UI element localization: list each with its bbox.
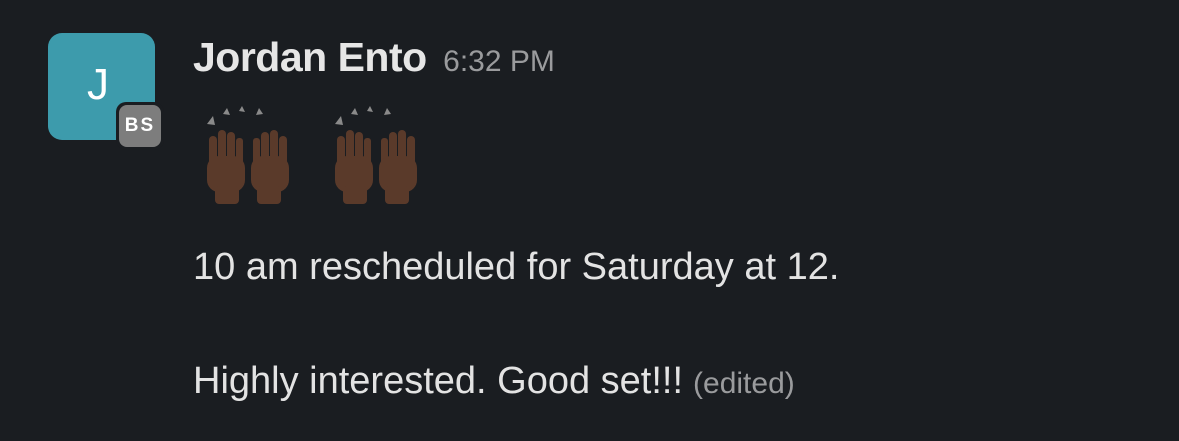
message-text: Highly interested. Good set!!! <box>193 360 684 402</box>
raising-hands-icon <box>335 106 417 204</box>
emoji-row <box>193 106 431 206</box>
raising-hands-icon <box>207 106 289 204</box>
message-text-line: Highly interested. Good set!!! (edited) <box>193 360 795 403</box>
org-badge: BS <box>116 102 164 150</box>
timestamp[interactable]: 6:32 PM <box>443 45 555 78</box>
edited-label: (edited) <box>693 367 795 400</box>
message-header: Jordan Ento 6:32 PM <box>193 34 555 88</box>
org-badge-label: BS <box>119 105 161 147</box>
message-text-line: 10 am rescheduled for Saturday at 12. <box>193 246 840 288</box>
message: J BS Jordan Ento 6:32 PM 10 am reschedul… <box>0 0 1179 441</box>
sender-name[interactable]: Jordan Ento <box>193 34 427 80</box>
